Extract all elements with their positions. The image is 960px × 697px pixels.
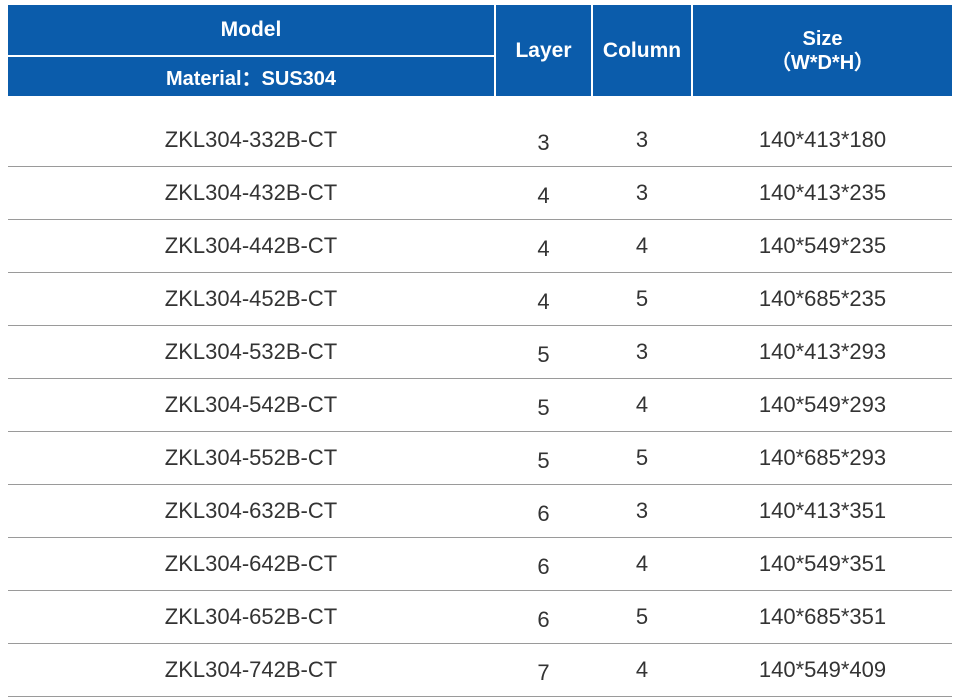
table-row: ZKL304-652B-CT 6 5 140*685*351 xyxy=(8,591,952,644)
cell-model: ZKL304-542B-CT xyxy=(164,392,338,417)
table-row: ZKL304-632B-CT 6 3 140*413*351 xyxy=(8,485,952,538)
cell-size: 140*685*235 xyxy=(758,286,887,311)
cell-model: ZKL304-532B-CT xyxy=(164,339,338,364)
cell-layer: 3 xyxy=(537,130,550,155)
cell-model: ZKL304-632B-CT xyxy=(164,498,338,523)
cell-size: 140*549*235 xyxy=(758,233,887,258)
table-header: Model Material：SUS304 Layer Column Size … xyxy=(8,5,952,96)
cell-size: 140*549*409 xyxy=(758,657,887,682)
table-row: ZKL304-452B-CT 4 5 140*685*235 xyxy=(8,273,952,326)
table-row: ZKL304-432B-CT 4 3 140*413*235 xyxy=(8,167,952,220)
header-layer: Layer xyxy=(515,38,572,62)
cell-model: ZKL304-332B-CT xyxy=(164,127,338,152)
table-row: ZKL304-442B-CT 4 4 140*549*235 xyxy=(8,220,952,273)
cell-column: 3 xyxy=(635,498,649,523)
cell-size: 140*685*351 xyxy=(758,604,887,629)
cell-model: ZKL304-432B-CT xyxy=(164,180,338,205)
cell-column: 5 xyxy=(635,286,649,311)
cell-layer: 5 xyxy=(537,395,550,420)
cell-layer: 6 xyxy=(537,501,550,526)
cell-column: 3 xyxy=(635,127,649,152)
table-row: ZKL304-742B-CT 7 4 140*549*409 xyxy=(8,644,952,697)
cell-layer: 7 xyxy=(537,660,550,685)
cell-column: 3 xyxy=(635,339,649,364)
spec-table: Model Material：SUS304 Layer Column Size … xyxy=(8,5,952,697)
cell-size: 140*549*351 xyxy=(758,551,887,576)
cell-column: 3 xyxy=(635,180,649,205)
cell-size: 140*549*293 xyxy=(758,392,887,417)
cell-size: 140*413*235 xyxy=(758,180,887,205)
cell-model: ZKL304-552B-CT xyxy=(164,445,338,470)
cell-column: 4 xyxy=(635,551,649,576)
header-size: Size （W*D*H） xyxy=(693,5,952,96)
header-model-group: Model Material：SUS304 xyxy=(8,5,494,96)
table-row: ZKL304-552B-CT 5 5 140*685*293 xyxy=(8,432,952,485)
cell-size: 140*413*293 xyxy=(758,339,887,364)
cell-layer: 4 xyxy=(537,236,550,261)
cell-model: ZKL304-452B-CT xyxy=(164,286,338,311)
table-row: ZKL304-532B-CT 5 3 140*413*293 xyxy=(8,326,952,379)
table-body: ZKL304-332B-CT 3 3 140*413*180 ZKL304-432B-C… xyxy=(8,114,952,697)
cell-layer: 5 xyxy=(537,448,550,473)
header-column: Column xyxy=(602,38,682,62)
cell-column: 4 xyxy=(635,657,649,682)
header-material: Material：SUS304 xyxy=(165,68,337,90)
cell-layer: 6 xyxy=(537,607,550,632)
cell-column: 5 xyxy=(635,445,649,470)
cell-size: 140*413*351 xyxy=(758,498,887,523)
cell-model: ZKL304-742B-CT xyxy=(164,657,338,682)
cell-layer: 4 xyxy=(537,289,550,314)
cell-model: ZKL304-442B-CT xyxy=(164,233,338,258)
header-model: Model xyxy=(220,18,282,41)
header-size-units: （W*D*H） xyxy=(770,51,875,74)
cell-column: 4 xyxy=(635,392,649,417)
cell-layer: 5 xyxy=(537,342,550,367)
table-row: ZKL304-332B-CT 3 3 140*413*180 xyxy=(8,114,952,167)
cell-column: 5 xyxy=(635,604,649,629)
table-row: ZKL304-542B-CT 5 4 140*549*293 xyxy=(8,379,952,432)
cell-model: ZKL304-652B-CT xyxy=(164,604,338,629)
cell-size: 140*685*293 xyxy=(758,445,887,470)
cell-layer: 4 xyxy=(537,183,550,208)
cell-column: 4 xyxy=(635,233,649,258)
header-size-label: Size xyxy=(802,27,843,50)
table-row: ZKL304-642B-CT 6 4 140*549*351 xyxy=(8,538,952,591)
cell-model: ZKL304-642B-CT xyxy=(164,551,338,576)
cell-layer: 6 xyxy=(537,554,550,579)
cell-size: 140*413*180 xyxy=(758,127,887,152)
